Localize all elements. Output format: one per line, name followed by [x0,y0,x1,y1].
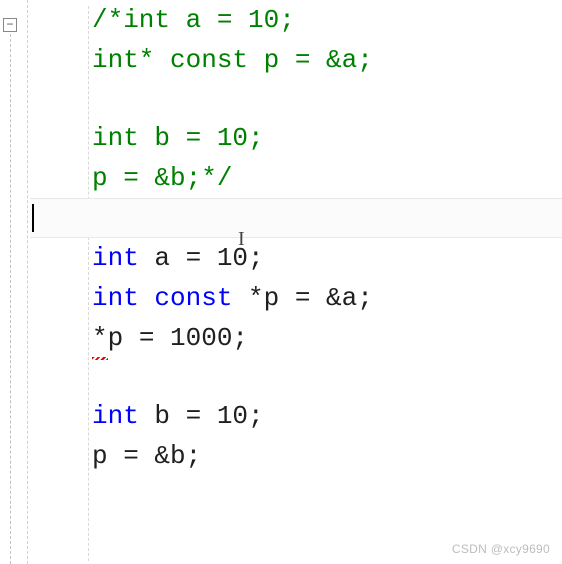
code-text [139,279,155,318]
keyword-int: int [92,239,139,278]
code-line-blank[interactable] [30,80,562,118]
code-line[interactable]: /*int a = 10; [30,0,562,40]
code-text: a = 10; [139,239,264,278]
code-line[interactable]: int a = 10; I [30,238,562,278]
code-area[interactable]: /*int a = 10; int* const p = &a; int b =… [30,0,562,564]
code-line[interactable]: p = &b; [30,436,562,476]
comment-text: int b = 10; [92,119,264,158]
code-line[interactable]: int b = 10; [30,396,562,436]
gutter: − [0,0,28,564]
comment-text: /*int a = 10; [92,1,295,40]
code-line[interactable]: int const *p = &a; [30,278,562,318]
keyword-int: int [92,397,139,436]
fold-guide [10,34,11,564]
code-text: p = &b; [92,437,201,476]
code-line[interactable]: int* const p = &a; [30,40,562,80]
code-line-blank[interactable] [30,358,562,396]
watermark: CSDN @xcy9690 [452,540,550,558]
text-caret [32,204,34,232]
current-line[interactable] [30,198,562,238]
code-text: b = 10; [139,397,264,436]
code-editor[interactable]: − /*int a = 10; int* const p = &a; int b… [0,0,562,564]
error-token: * [92,319,108,358]
code-text: p = 1000; [108,319,248,358]
code-line[interactable]: p = &b;*/ [30,158,562,198]
keyword-int: int [92,279,139,318]
fold-toggle[interactable]: − [3,18,17,32]
code-line[interactable]: int b = 10; [30,118,562,158]
keyword-const: const [154,279,232,318]
code-line[interactable]: *p = 1000; [30,318,562,358]
code-text: *p = &a; [232,279,372,318]
comment-text: int* const p = &a; [92,41,373,80]
comment-text: p = &b;*/ [92,159,232,198]
